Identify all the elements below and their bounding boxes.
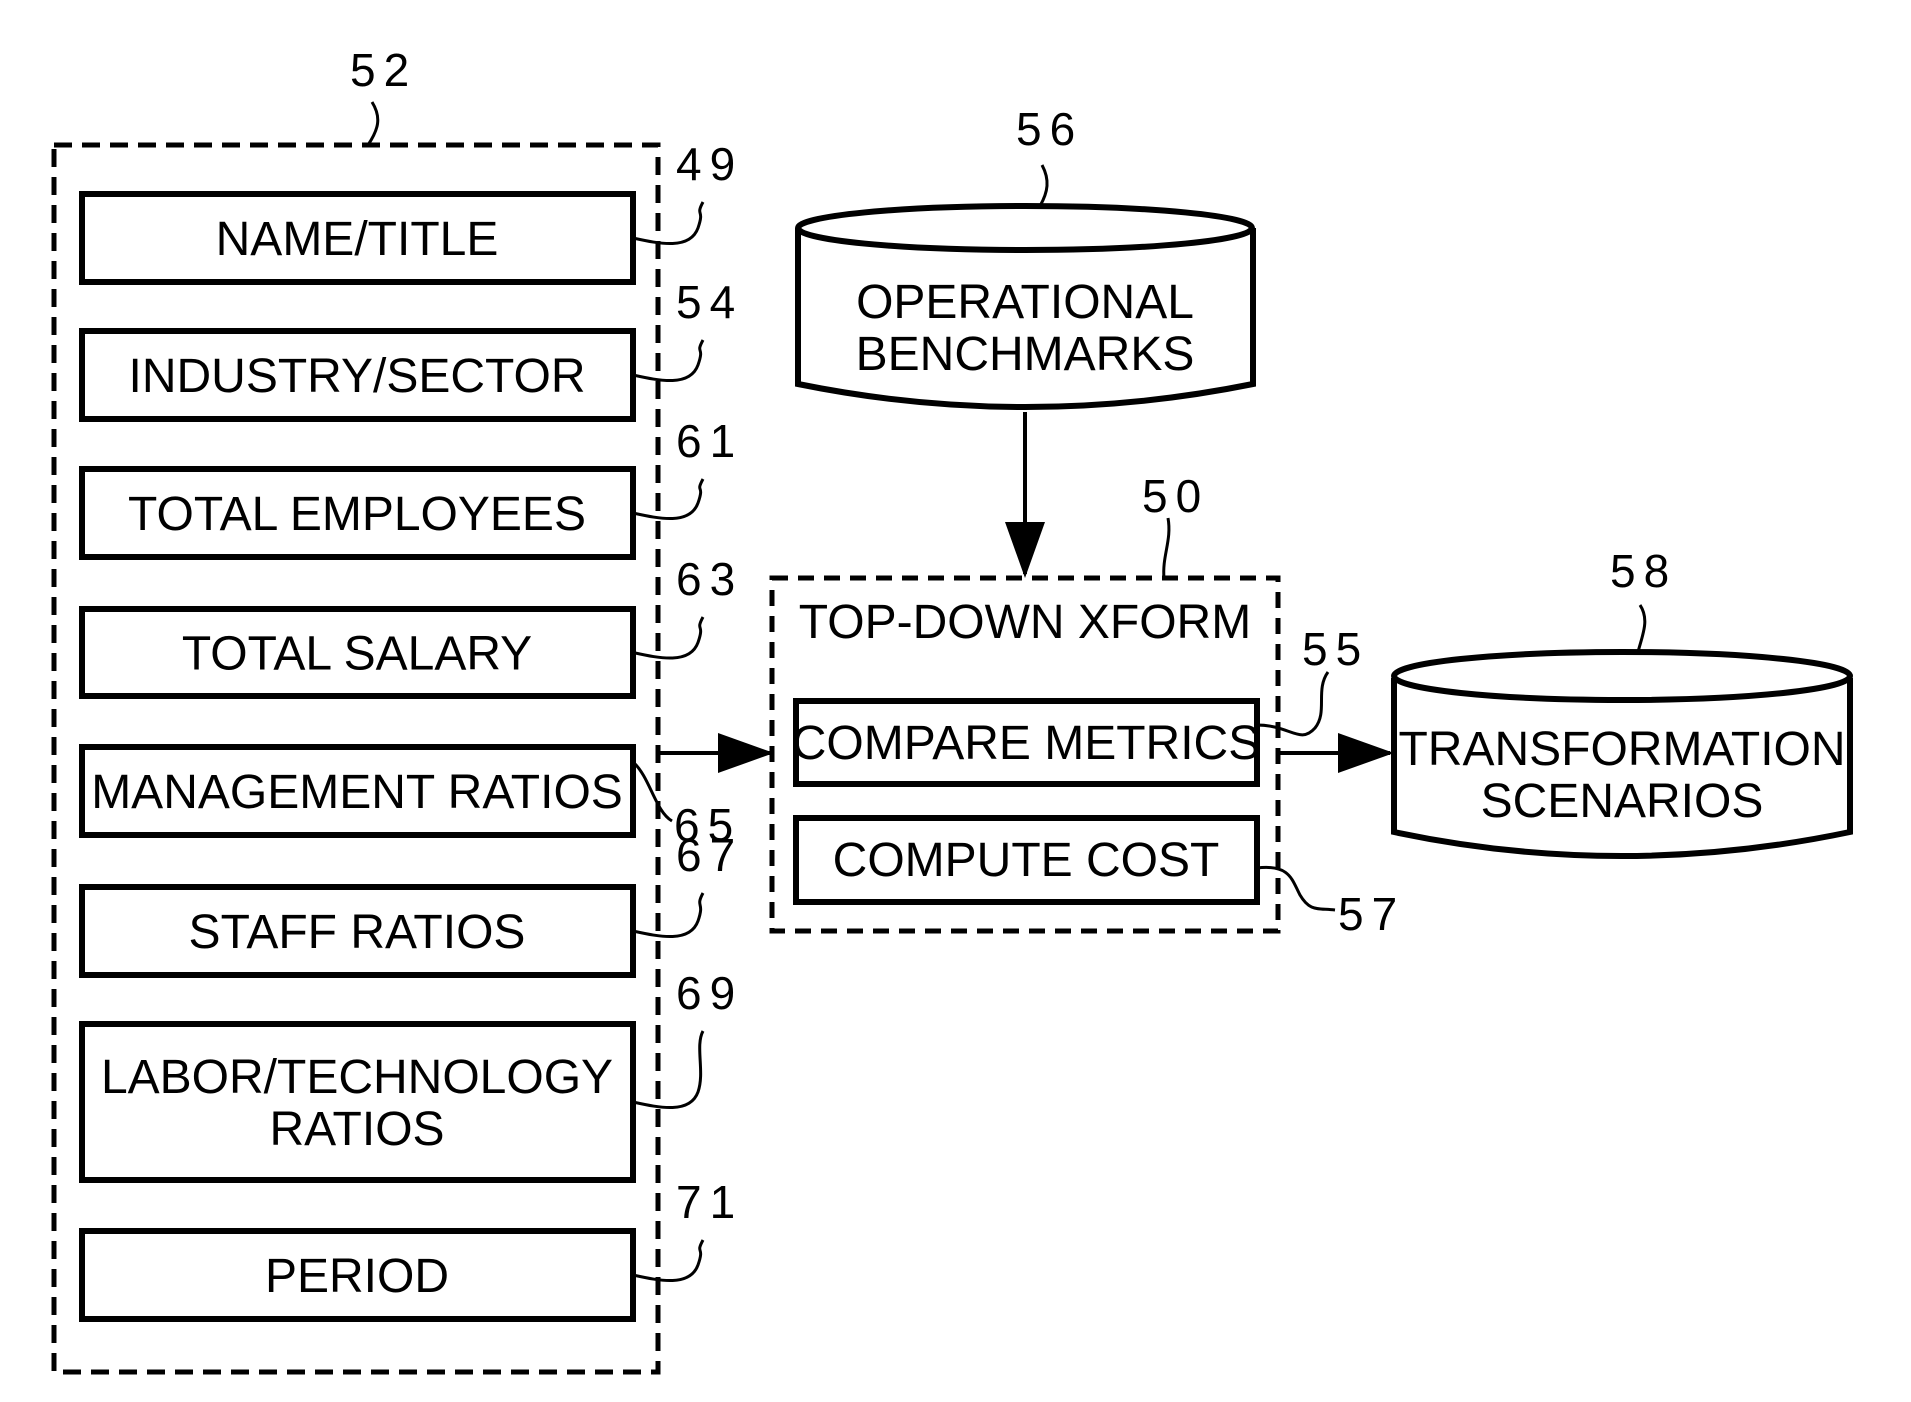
input-field-3: TOTAL EMPLOYEES 61 [79, 415, 743, 560]
leader-line-61 [632, 478, 705, 520]
ref-label-55: 55 [1302, 623, 1369, 675]
top-down-xform-group: 50 TOP-DOWN XFORM COMPARE METRICS 55 COM… [769, 470, 1405, 940]
ref-label-52: 52 [350, 44, 417, 96]
ref-label-57: 57 [1338, 888, 1405, 940]
input-field-2: INDUSTRY/SECTOR 54 [79, 276, 743, 422]
field-label: LABOR/TECHNOLOGY [101, 1051, 613, 1104]
leader-line-54 [632, 339, 705, 382]
scenarios-label-line-2: SCENARIOS [1481, 775, 1764, 828]
scenarios-cylinder-top [1391, 649, 1853, 703]
leader-line-57 [1256, 865, 1336, 912]
benchmarks-label-line-1: OPERATIONAL [856, 276, 1194, 329]
field-label: TOTAL EMPLOYEES [128, 488, 586, 541]
ref-label-58: 58 [1610, 545, 1677, 597]
input-field-7: LABOR/TECHNOLOGYRATIOS 69 [79, 967, 743, 1183]
ref-label-67: 67 [676, 829, 743, 881]
input-field-8: PERIOD 71 [79, 1176, 743, 1322]
db-cylinder-top [795, 203, 1255, 253]
leader-line-69 [632, 1030, 705, 1109]
leader-line-58 [1636, 604, 1647, 653]
ref-label-54: 54 [676, 276, 743, 328]
leader-line-67 [632, 892, 705, 938]
leader-line-52 [366, 101, 380, 146]
xform-title: TOP-DOWN XFORM [799, 596, 1251, 649]
ref-label-49: 49 [676, 138, 743, 190]
field-label: PERIOD [265, 1250, 449, 1303]
ref-label-63: 63 [676, 553, 743, 605]
field-label: INDUSTRY/SECTOR [129, 350, 586, 403]
leader-line-49 [632, 201, 705, 245]
compute-cost-label: COMPUTE COST [833, 834, 1220, 887]
input-field-5: MANAGEMENT RATIOS65 [79, 744, 733, 851]
field-label: NAME/TITLE [216, 213, 499, 266]
block-diagram: 52 NAME/TITLE 49 INDUSTRY/SECTOR 54 TOTAL EM… [51, 44, 1853, 1375]
operational-benchmarks-database: 56 OPERATIONAL BENCHMARKS [795, 103, 1256, 410]
leader-line-50 [1162, 517, 1171, 579]
transformation-scenarios-database: 58 TRANSFORMATION SCENARIOS [1391, 545, 1853, 859]
field-label: STAFF RATIOS [189, 906, 526, 959]
leader-line-55 [1256, 671, 1330, 737]
ref-label-56: 56 [1016, 103, 1083, 155]
field-label: TOTAL SALARY [182, 628, 532, 681]
benchmarks-label-line-2: BENCHMARKS [856, 328, 1195, 381]
leader-line-63 [632, 616, 705, 660]
compare-metrics-label: COMPARE METRICS [792, 717, 1260, 770]
ref-label-61: 61 [676, 415, 743, 467]
input-field-6: STAFF RATIOS 67 [79, 829, 743, 978]
ref-label-50: 50 [1142, 470, 1209, 522]
ref-label-69: 69 [676, 967, 743, 1019]
scenarios-label-line-1: TRANSFORMATION [1398, 723, 1845, 776]
leader-line-56 [1038, 164, 1049, 207]
field-label: RATIOS [269, 1103, 444, 1156]
leader-line-71 [632, 1239, 705, 1282]
field-label: MANAGEMENT RATIOS [91, 766, 623, 819]
input-field-1: NAME/TITLE 49 [79, 138, 743, 285]
ref-label-71: 71 [676, 1176, 743, 1228]
input-field-4: TOTAL SALARY 63 [79, 553, 743, 699]
leader-line-65 [631, 760, 673, 823]
